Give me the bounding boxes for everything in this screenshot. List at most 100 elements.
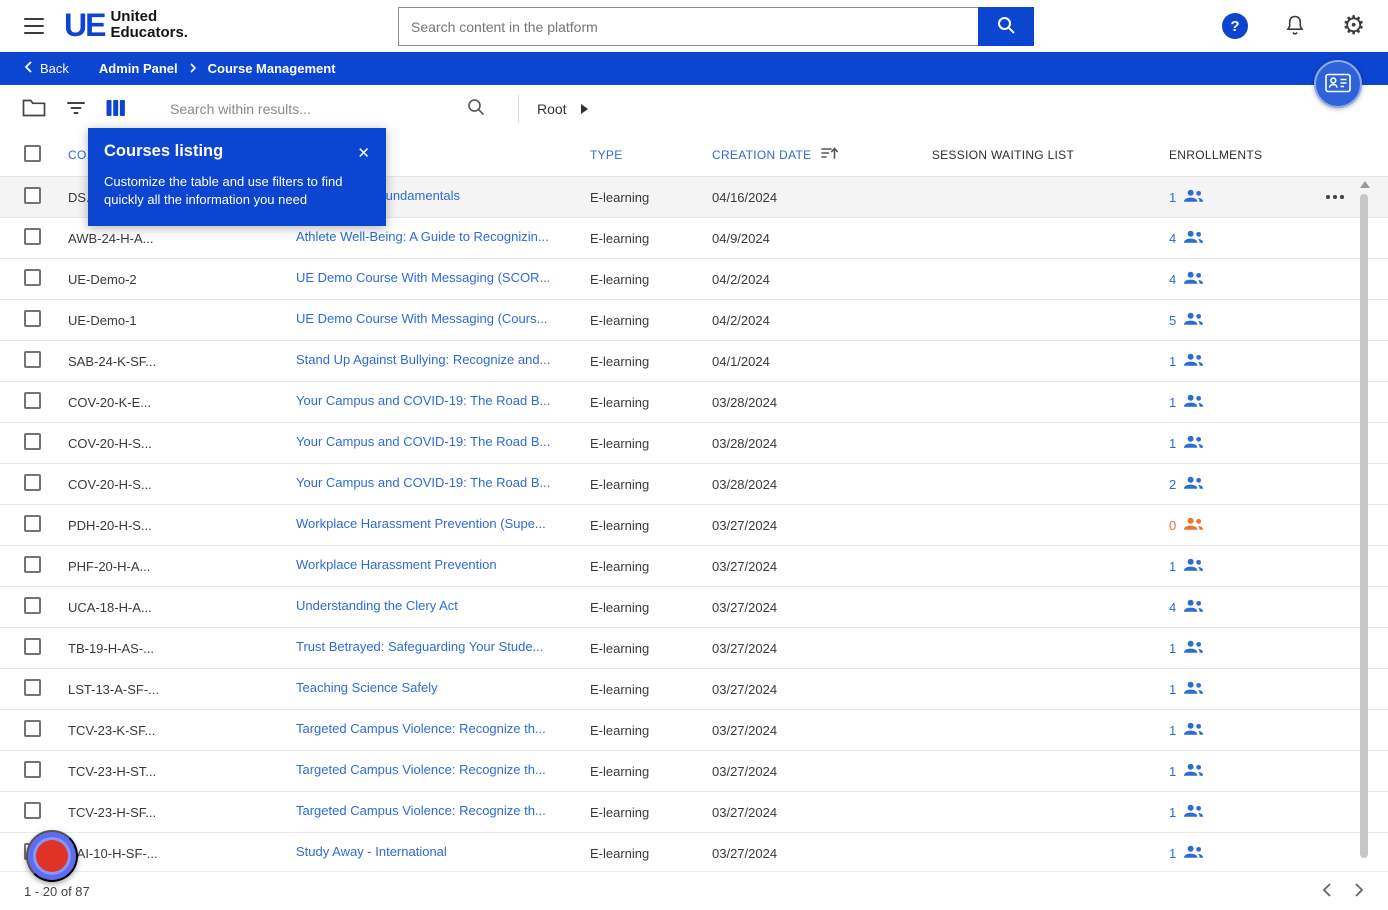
prev-page-button[interactable] [1322, 882, 1332, 901]
row-menu-button[interactable] [1322, 189, 1348, 205]
breadcrumb-admin-panel[interactable]: Admin Panel [99, 61, 178, 76]
table-row: SAI-10-H-SF-... Study Away - Internation… [0, 833, 1388, 874]
enrollments-link[interactable]: 4 [1169, 271, 1260, 288]
enrollments-link[interactable]: 1 [1169, 845, 1260, 862]
course-name-link[interactable]: Study Away - International [296, 844, 447, 859]
course-name-link[interactable]: Stand Up Against Bullying: Recognize and… [296, 352, 550, 367]
enrollments-link[interactable]: 1 [1169, 722, 1260, 739]
top-header: UE United Educators. ? ⚙ [0, 0, 1388, 52]
row-checkbox[interactable] [24, 556, 41, 573]
course-name-link[interactable]: Trust Betrayed: Safeguarding Your Stude.… [296, 639, 543, 654]
chevron-right-icon [190, 61, 196, 76]
question-icon: ? [1230, 18, 1239, 35]
row-checkbox[interactable] [24, 187, 41, 204]
scrollbar-thumb[interactable] [1360, 194, 1368, 858]
course-name-link[interactable]: Workplace Harassment Prevention (Supe... [296, 516, 546, 531]
close-button[interactable]: ✕ [357, 144, 370, 162]
results-search-input[interactable] [170, 101, 466, 117]
row-checkbox[interactable] [24, 433, 41, 450]
enrollments-link[interactable]: 1 [1169, 558, 1260, 575]
pagination-range-label: 1 - 20 of 87 [24, 884, 90, 899]
enrollments-link[interactable]: 1 [1169, 804, 1260, 821]
column-header-type[interactable]: TYPE [556, 148, 700, 162]
enrollments-link[interactable]: 1 [1169, 435, 1260, 452]
row-checkbox[interactable] [24, 269, 41, 286]
enrollments-link[interactable]: 1 [1169, 189, 1260, 206]
enrollments-link[interactable]: 1 [1169, 640, 1260, 657]
enrollments-link[interactable]: 1 [1169, 353, 1260, 370]
platform-search-button[interactable] [978, 7, 1034, 46]
course-creation-date: 03/28/2024 [700, 477, 882, 492]
row-checkbox[interactable] [24, 474, 41, 491]
course-creation-date: 04/1/2024 [700, 354, 882, 369]
folder-view-button[interactable] [18, 93, 50, 125]
enrollments-link[interactable]: 4 [1169, 599, 1260, 616]
group-icon [1183, 271, 1204, 288]
group-icon [1183, 558, 1204, 575]
row-checkbox[interactable] [24, 310, 41, 327]
back-button[interactable]: Back [24, 61, 69, 76]
results-search [170, 97, 500, 122]
enrollments-link[interactable]: 5 [1169, 312, 1260, 329]
row-checkbox[interactable] [24, 228, 41, 245]
contact-card-button[interactable] [1314, 60, 1362, 108]
row-checkbox[interactable] [24, 597, 41, 614]
course-name-link[interactable]: Workplace Harassment Prevention [296, 557, 497, 572]
filter-button[interactable] [60, 93, 92, 125]
column-header-enrollments[interactable]: ENROLLMENTS [1124, 148, 1260, 162]
group-icon [1183, 640, 1204, 657]
course-type: E-learning [556, 559, 700, 574]
course-type: E-learning [556, 354, 700, 369]
course-name-link[interactable]: Your Campus and COVID-19: The Road B... [296, 475, 550, 490]
course-creation-date: 04/2/2024 [700, 272, 882, 287]
row-checkbox[interactable] [24, 638, 41, 655]
hamburger-menu-button[interactable] [24, 18, 44, 34]
course-name-link[interactable]: Your Campus and COVID-19: The Road B... [296, 434, 550, 449]
course-name-link[interactable]: UE Demo Course With Messaging (SCOR... [296, 270, 550, 285]
root-folder-button[interactable]: Root [537, 101, 588, 117]
group-icon [1183, 394, 1204, 411]
enrollments-link[interactable]: 4 [1169, 230, 1260, 247]
course-name-link[interactable]: UE Demo Course With Messaging (Cours... [296, 311, 547, 326]
row-checkbox[interactable] [24, 761, 41, 778]
enrollments-link[interactable]: 1 [1169, 394, 1260, 411]
course-name-link[interactable]: Targeted Campus Violence: Recognize th..… [296, 762, 546, 777]
select-all-checkbox[interactable] [24, 145, 41, 162]
search-icon[interactable] [466, 97, 486, 122]
tooltip-body: Customize the table and use filters to f… [104, 173, 356, 208]
record-widget-button[interactable] [26, 830, 78, 882]
course-type: E-learning [556, 600, 700, 615]
row-checkbox[interactable] [24, 679, 41, 696]
table-toolbar: Root [0, 85, 1388, 133]
course-name-link[interactable]: Athlete Well-Being: A Guide to Recognizi… [296, 229, 549, 244]
row-checkbox[interactable] [24, 351, 41, 368]
row-checkbox[interactable] [24, 515, 41, 532]
course-name-link[interactable]: Targeted Campus Violence: Recognize th..… [296, 803, 546, 818]
platform-search-input[interactable] [398, 7, 978, 46]
enrollments-count: 1 [1169, 682, 1176, 697]
row-checkbox[interactable] [24, 802, 41, 819]
next-page-button[interactable] [1354, 882, 1364, 901]
course-creation-date: 03/28/2024 [700, 436, 882, 451]
enrollments-link[interactable]: 2 [1169, 476, 1260, 493]
row-checkbox[interactable] [24, 720, 41, 737]
enrollments-link[interactable]: 1 [1169, 681, 1260, 698]
enrollments-link[interactable]: 0 [1169, 517, 1260, 534]
enrollments-link[interactable]: 1 [1169, 763, 1260, 780]
help-button[interactable]: ? [1222, 13, 1248, 39]
settings-button[interactable]: ⚙ [1342, 10, 1365, 40]
columns-view-button[interactable] [100, 93, 132, 125]
notifications-button[interactable] [1285, 14, 1305, 40]
column-header-creation-date[interactable]: CREATION DATE [700, 146, 882, 163]
row-checkbox[interactable] [24, 392, 41, 409]
column-header-session-waiting-list[interactable]: SESSION WAITING LIST [882, 148, 1124, 162]
course-name-link[interactable]: Understanding the Clery Act [296, 598, 458, 613]
chevron-right-icon [1354, 882, 1364, 901]
group-icon [1183, 599, 1204, 616]
scrollbar-up-arrow[interactable] [1360, 181, 1370, 188]
course-name-link[interactable]: Teaching Science Safely [296, 680, 438, 695]
course-code: SAB-24-K-SF... [50, 354, 190, 369]
course-type: E-learning [556, 190, 700, 205]
course-name-link[interactable]: Your Campus and COVID-19: The Road B... [296, 393, 550, 408]
course-name-link[interactable]: Targeted Campus Violence: Recognize th..… [296, 721, 546, 736]
